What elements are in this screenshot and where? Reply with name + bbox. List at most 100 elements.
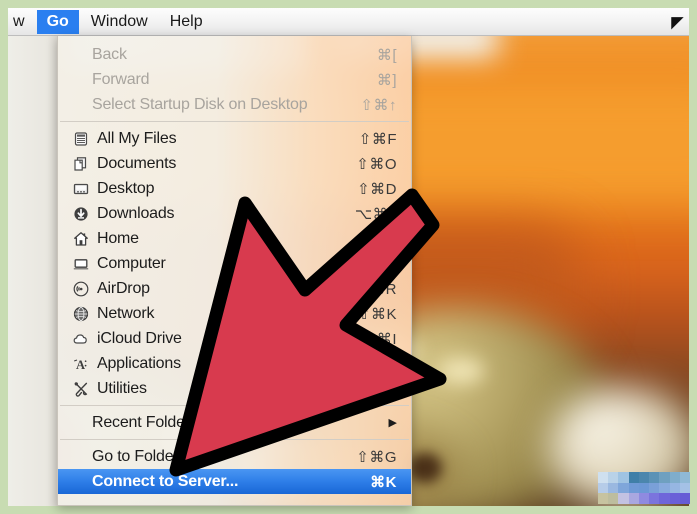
menu-item-label: Documents — [97, 154, 177, 172]
watermark-pixel — [659, 493, 670, 504]
watermark-pixel — [669, 493, 680, 504]
watermark-pixel — [618, 472, 629, 483]
watermark-pixel — [608, 482, 619, 494]
menubar-item-window[interactable]: Window — [81, 10, 158, 34]
menu-item-shortcut: ⌘K — [370, 473, 397, 491]
watermark-pixel — [638, 472, 650, 483]
watermark-pixel — [628, 472, 639, 483]
menu-item-shortcut: ⇧⌘K — [357, 305, 397, 323]
svg-text:A: A — [76, 358, 85, 372]
computer-icon — [70, 256, 92, 272]
screenshot-root: w Go Window Help ◤ Back ⌘[ Forward ⌘] Select St… — [0, 0, 697, 514]
menu-item-label: Utilities — [97, 379, 147, 397]
menu-item-label: Computer — [97, 254, 166, 272]
menu-separator — [60, 439, 409, 440]
menu-item-shortcut: ⇧⌘D — [357, 180, 397, 198]
watermark-pixel — [628, 482, 639, 494]
menu-item-shortcut: ⇧⌘U — [357, 380, 397, 398]
menu-item-airdrop[interactable]: AirDrop ⌘R — [58, 276, 411, 301]
menu-item-icloud-drive[interactable]: iCloud Drive ⇧⌘I — [58, 326, 411, 351]
watermark-pixel — [618, 493, 629, 504]
macos-menu-bar: w Go Window Help ◤ — [8, 8, 689, 36]
spotlight-arrow-icon[interactable]: ◤ — [671, 13, 689, 31]
menu-item-label: Home — [97, 229, 139, 247]
menu-item-shortcut: ⇧⌘H — [357, 230, 397, 248]
desktop-icon — [70, 181, 92, 197]
menu-item-documents[interactable]: Documents ⇧⌘O — [58, 151, 411, 176]
menu-item-label: Back — [92, 45, 127, 63]
menu-item-back: Back ⌘[ — [58, 42, 411, 67]
utilities-icon — [70, 381, 92, 397]
menu-item-all-my-files[interactable]: All My Files ⇧⌘F — [58, 126, 411, 151]
menu-item-utilities[interactable]: Utilities ⇧⌘U — [58, 376, 411, 401]
watermark-pixel — [659, 472, 670, 483]
network-globe-icon — [70, 306, 92, 322]
menu-item-shortcut: ⇧⌘I — [363, 330, 397, 348]
watermark-pixel — [679, 472, 690, 483]
menu-item-computer[interactable]: Computer ⇧⌘C — [58, 251, 411, 276]
menu-item-go-to-folder[interactable]: Go to Folder... ⇧⌘G — [58, 444, 411, 469]
watermark-pixel — [598, 493, 609, 504]
watermark-pixel — [669, 472, 680, 483]
menu-item-label: iCloud Drive — [97, 329, 182, 347]
downloads-icon — [70, 206, 92, 222]
watermark-pixel — [638, 482, 650, 494]
menu-item-shortcut: ⇧⌘A — [357, 355, 397, 373]
menu-item-shortcut: ⌘[ — [376, 46, 397, 64]
menu-item-recent-folders[interactable]: Recent Folders ▶ — [58, 410, 411, 435]
menu-item-select-startup-disk-on-desktop: Select Startup Disk on Desktop ⇧⌘↑ — [58, 92, 411, 117]
menu-item-desktop[interactable]: Desktop ⇧⌘D — [58, 176, 411, 201]
all-my-files-icon — [70, 131, 92, 147]
watermark-pixel — [669, 482, 680, 494]
menubar-item-help[interactable]: Help — [160, 10, 213, 34]
menu-item-shortcut: ⇧⌘F — [358, 130, 397, 148]
watermark-pixel — [618, 482, 629, 494]
watermark-pixel — [608, 472, 619, 483]
watermark-pixel — [659, 482, 670, 494]
watermark-pixel — [679, 493, 690, 504]
menu-item-home[interactable]: Home ⇧⌘H — [58, 226, 411, 251]
watermark-pixel — [628, 493, 639, 504]
menu-item-label: Applications — [97, 354, 181, 372]
pixelated-watermark — [598, 472, 690, 504]
menu-item-shortcut: ⌘] — [376, 71, 397, 89]
menu-item-label: Connect to Server... — [92, 472, 239, 490]
menu-item-applications[interactable]: A Applications ⇧⌘A — [58, 351, 411, 376]
watermark-pixel — [598, 482, 609, 494]
menu-item-shortcut: ⇧⌘↑ — [360, 96, 397, 114]
watermark-pixel — [598, 472, 609, 483]
watermark-pixel — [649, 472, 660, 483]
menu-item-label: All My Files — [97, 129, 177, 147]
menu-item-connect-to-server[interactable]: Connect to Server... ⌘K — [58, 469, 411, 494]
desktop-left-strip — [8, 36, 57, 506]
watermark-pixel — [638, 493, 650, 504]
menu-separator — [60, 405, 409, 406]
documents-icon — [70, 156, 92, 172]
go-menu-dropdown[interactable]: Back ⌘[ Forward ⌘] Select Startup Disk on De… — [57, 36, 412, 506]
menu-item-shortcut: ⇧⌘C — [357, 255, 397, 273]
airdrop-icon — [70, 281, 92, 297]
menubar-item-go[interactable]: Go — [36, 9, 79, 34]
watermark-pixel — [679, 482, 690, 494]
home-icon — [70, 231, 92, 247]
menu-item-shortcut: ⌥⌘L — [354, 205, 397, 223]
applications-icon: A — [70, 356, 92, 372]
watermark-pixel — [649, 493, 660, 504]
menu-item-network[interactable]: Network ⇧⌘K — [58, 301, 411, 326]
menu-item-shortcut: ⇧⌘O — [356, 155, 397, 173]
menubar-item-w[interactable]: w — [9, 10, 35, 34]
icloud-drive-icon — [70, 331, 92, 347]
watermark-pixel — [608, 493, 619, 504]
menu-item-label: Recent Folders — [92, 413, 198, 431]
menu-item-label: Forward — [92, 70, 150, 88]
menu-item-label: Network — [97, 304, 155, 322]
menu-item-label: Select Startup Disk on Desktop — [92, 95, 308, 113]
menu-item-forward: Forward ⌘] — [58, 67, 411, 92]
menu-item-downloads[interactable]: Downloads ⌥⌘L — [58, 201, 411, 226]
menu-item-shortcut: ⇧⌘G — [356, 448, 397, 466]
menu-item-label: Downloads — [97, 204, 175, 222]
submenu-chevron-right-icon: ▶ — [388, 417, 397, 429]
menu-item-label: Desktop — [97, 179, 155, 197]
menu-separator — [60, 121, 409, 122]
menu-item-shortcut: ⌘R — [370, 280, 397, 298]
